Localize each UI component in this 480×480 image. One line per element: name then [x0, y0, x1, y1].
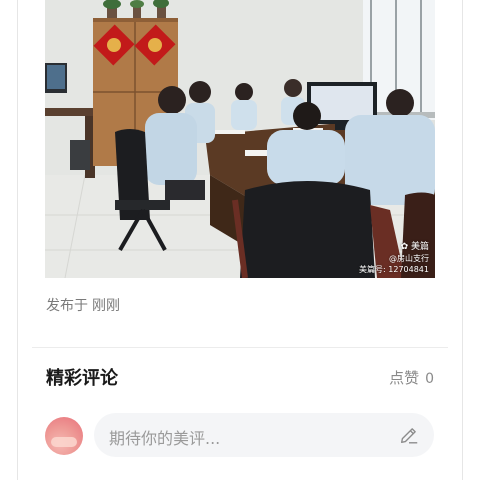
- meipian-logo-icon: ✿: [400, 242, 409, 252]
- section-divider: [32, 347, 448, 348]
- page-border-right: [462, 0, 463, 480]
- comment-input[interactable]: 期待你的美评...: [94, 413, 434, 457]
- like-count: 0: [425, 371, 434, 387]
- comment-placeholder: 期待你的美评...: [109, 429, 221, 448]
- page-border-left: [17, 0, 18, 480]
- watermark-id: 美篇号: 12704841: [359, 265, 429, 274]
- like-label: 点赞: [389, 369, 420, 387]
- published-label: 发布于: [46, 298, 88, 314]
- pencil-icon[interactable]: [398, 424, 420, 446]
- published-time: 刚刚: [92, 298, 120, 314]
- like-button[interactable]: 点赞 0: [389, 367, 434, 388]
- comments-heading: 精彩评论: [46, 368, 118, 389]
- watermark-author: @房山支行: [389, 254, 429, 263]
- office-meeting-photo: [45, 0, 435, 278]
- article-photo[interactable]: ✿ 美篇 @房山支行 美篇号: 12704841: [45, 0, 435, 278]
- watermark-brand: 美篇: [410, 242, 429, 252]
- user-avatar[interactable]: [45, 417, 83, 455]
- photo-watermark: ✿ 美篇 @房山支行 美篇号: 12704841: [359, 242, 429, 275]
- avatar-cloud: [51, 437, 77, 447]
- publish-info: 发布于 刚刚: [46, 295, 120, 315]
